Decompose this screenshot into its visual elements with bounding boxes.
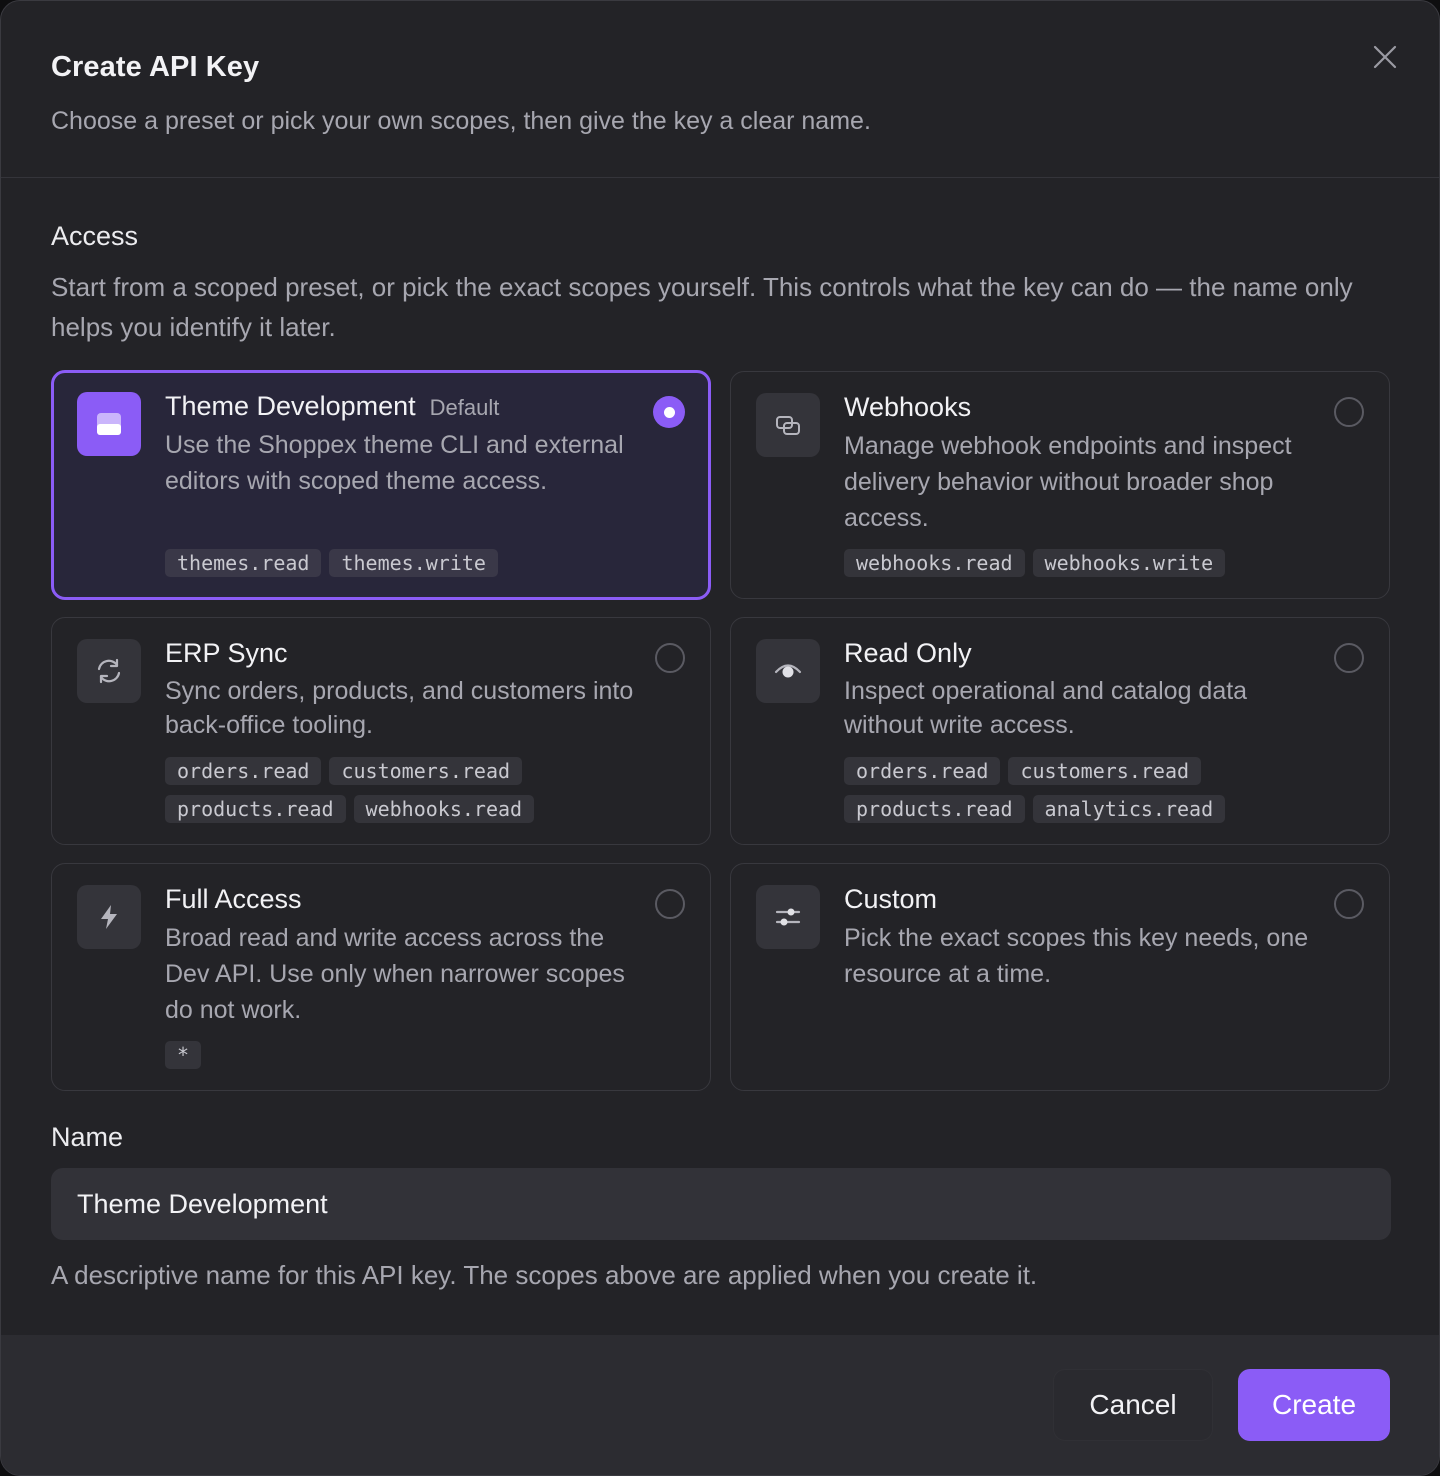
- scope-chip: products.read: [165, 795, 346, 823]
- scope-list: orders.read customers.read products.read…: [165, 757, 665, 823]
- sync-icon: [97, 658, 121, 684]
- preset-name: Webhooks: [844, 392, 972, 422]
- default-badge: Default: [429, 395, 500, 420]
- dialog-subtitle: Choose a preset or pick your own scopes,…: [51, 107, 871, 135]
- scope-chip: *: [165, 1041, 202, 1069]
- preset-card-erp-sync[interactable]: ERP Sync Sync orders, products, and cust…: [51, 617, 711, 845]
- create-api-key-dialog: Create API Key Choose a preset or pick y…: [0, 0, 1440, 1476]
- scope-chip: themes.read: [165, 549, 322, 577]
- create-button[interactable]: Create: [1238, 1369, 1390, 1441]
- scope-chip: orders.read: [165, 757, 322, 785]
- preset-radio[interactable]: [653, 396, 685, 428]
- preset-card-theme-development[interactable]: Theme Development Default Use the Shoppex…: [51, 370, 711, 600]
- preset-description: Use the Shoppex theme CLI and external e…: [165, 431, 624, 495]
- preset-radio[interactable]: [1334, 397, 1364, 427]
- preset-card-full-access[interactable]: Full Access Broad read and write access …: [51, 863, 711, 1091]
- preset-description: Broad read and write access across the D…: [165, 924, 625, 1024]
- name-field-help: A descriptive name for this API key. The…: [51, 1260, 1038, 1290]
- dialog-header: Create API Key Choose a preset or pick y…: [1, 1, 1439, 178]
- preset-card-read-only[interactable]: Read Only Inspect operational and catalo…: [730, 617, 1390, 845]
- scope-chip: products.read: [844, 795, 1025, 823]
- access-section-label: Access: [51, 221, 139, 251]
- dialog-footer: Cancel Create: [1, 1335, 1439, 1475]
- scope-chip: webhooks.write: [1032, 549, 1226, 577]
- scope-chip: analytics.read: [1032, 795, 1226, 823]
- name-field-label: Name: [51, 1122, 124, 1152]
- preset-description: Inspect operational and catalog data wit…: [844, 677, 1248, 739]
- preset-description: Pick the exact scopes this key needs, on…: [844, 924, 1309, 988]
- preset-icon-box: [756, 393, 820, 457]
- theme-icon: [97, 413, 121, 435]
- dialog-title: Create API Key: [51, 51, 260, 83]
- lightning-icon: [101, 905, 117, 929]
- preset-icon-box: [756, 885, 820, 949]
- preset-name: Read Only: [844, 638, 972, 668]
- preset-description: Sync orders, products, and customers int…: [165, 677, 634, 739]
- scope-chip: themes.write: [329, 549, 498, 577]
- preset-icon-box: [756, 639, 820, 703]
- preset-description: Manage webhook endpoints and inspect del…: [844, 432, 1292, 532]
- preset-radio[interactable]: [1334, 889, 1364, 919]
- scope-chip: webhooks.read: [844, 549, 1025, 577]
- close-icon: [1373, 45, 1397, 69]
- scope-chip: orders.read: [844, 757, 1001, 785]
- scope-list: themes.read themes.write: [165, 549, 665, 577]
- preset-radio[interactable]: [655, 889, 685, 919]
- scope-list: orders.read customers.read products.read…: [844, 757, 1344, 823]
- access-section-description: Start from a scoped preset, or pick the …: [51, 272, 1353, 342]
- preset-icon-box: [77, 392, 141, 456]
- preset-card-webhooks[interactable]: Webhooks Manage webhook endpoints and in…: [730, 371, 1390, 599]
- eye-icon: [774, 664, 802, 678]
- preset-name: ERP Sync: [165, 638, 288, 668]
- scope-list: *: [165, 1041, 665, 1069]
- preset-radio[interactable]: [1334, 643, 1364, 673]
- cancel-button[interactable]: Cancel: [1053, 1369, 1213, 1441]
- preset-icon-box: [77, 639, 141, 703]
- sliders-icon: [775, 908, 801, 926]
- name-input[interactable]: [51, 1168, 1391, 1240]
- preset-icon-box: [77, 885, 141, 949]
- scope-chip: customers.read: [1008, 757, 1202, 785]
- preset-card-custom[interactable]: Custom Pick the exact scopes this key ne…: [730, 863, 1390, 1091]
- close-button[interactable]: [1369, 41, 1401, 73]
- preset-radio[interactable]: [655, 643, 685, 673]
- scope-chip: customers.read: [329, 757, 523, 785]
- scope-list: webhooks.read webhooks.write: [844, 549, 1344, 577]
- scope-chip: webhooks.read: [353, 795, 535, 823]
- preset-name-row: Theme Development Default: [165, 391, 499, 422]
- preset-name: Custom: [844, 884, 938, 914]
- webhook-icon: [776, 416, 800, 435]
- preset-name: Full Access: [165, 884, 302, 914]
- preset-name: Theme Development: [165, 391, 416, 421]
